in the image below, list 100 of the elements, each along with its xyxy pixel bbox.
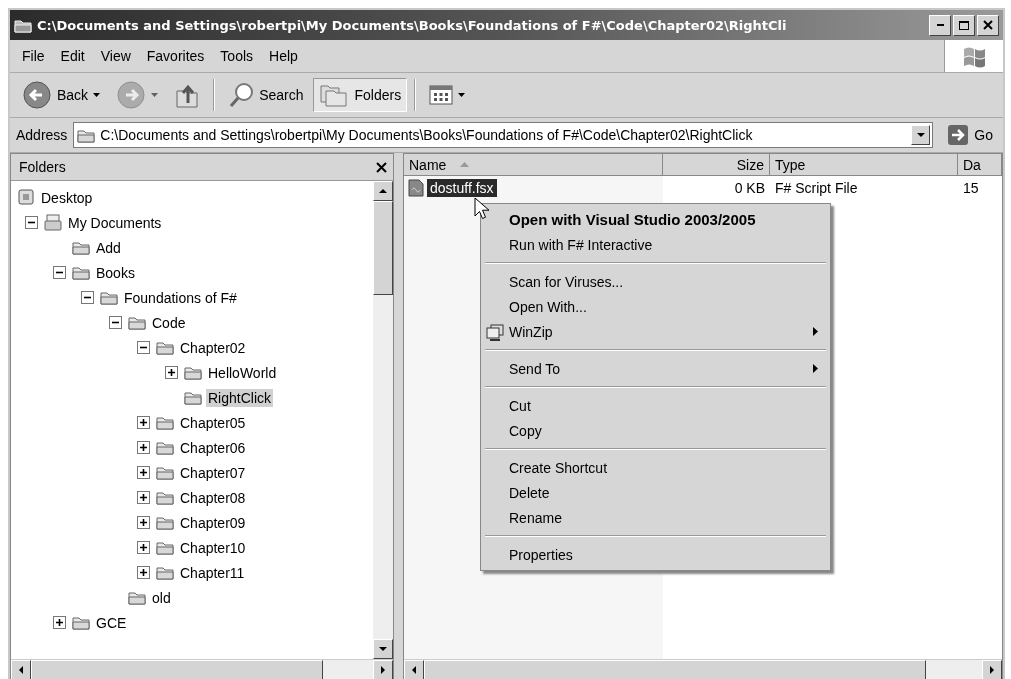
scroll-thumb[interactable] xyxy=(31,660,323,679)
expand-icon[interactable] xyxy=(137,541,150,554)
menu-item[interactable]: Send To xyxy=(481,356,830,381)
collapse-icon[interactable] xyxy=(53,266,66,279)
search-button[interactable]: Search xyxy=(222,77,310,113)
menu-item[interactable]: Open With... xyxy=(481,294,830,319)
folders-button[interactable]: Folders xyxy=(313,78,408,112)
caret-icon xyxy=(916,133,925,137)
caret-icon xyxy=(93,93,101,97)
search-icon xyxy=(228,81,255,109)
documents-icon xyxy=(44,214,62,231)
tree-item[interactable]: Chapter08 xyxy=(178,488,248,507)
right-arrow-icon xyxy=(990,666,994,674)
menu-item[interactable]: Favorites xyxy=(138,45,213,67)
tree-item[interactable]: Code xyxy=(150,313,188,332)
file-name[interactable]: dostuff.fsx xyxy=(427,179,497,197)
tree-item[interactable]: My Documents xyxy=(66,213,164,232)
expand-icon[interactable] xyxy=(165,366,178,379)
menu-item[interactable]: Scan for Viruses... xyxy=(481,269,830,294)
tree-item[interactable]: Chapter06 xyxy=(178,438,248,457)
collapse-icon[interactable] xyxy=(109,316,122,329)
menu-item[interactable]: Copy xyxy=(481,418,830,443)
collapse-icon[interactable] xyxy=(81,291,94,304)
scroll-down-button[interactable] xyxy=(373,639,393,659)
tree-item[interactable]: GCE xyxy=(94,613,129,632)
tree-item[interactable]: Foundations of F# xyxy=(122,288,239,307)
menu-item[interactable]: Help xyxy=(261,45,306,67)
folder-icon xyxy=(14,17,32,33)
menu-item[interactable]: Cut xyxy=(481,393,830,418)
column-header[interactable]: Size xyxy=(663,154,770,176)
expand-icon[interactable] xyxy=(137,566,150,579)
menu-item[interactable]: File xyxy=(14,45,53,67)
minimize-button[interactable] xyxy=(929,14,951,36)
pane-title: Folders xyxy=(19,159,66,175)
caret-icon xyxy=(151,93,159,97)
column-header[interactable]: Da xyxy=(958,154,1002,176)
menu-item[interactable]: Rename xyxy=(481,505,830,530)
tree-item[interactable]: old xyxy=(150,588,173,607)
tree-item[interactable]: Chapter11 xyxy=(178,563,247,582)
dropdown-button[interactable] xyxy=(911,125,931,145)
folder-icon xyxy=(156,415,174,430)
expand-icon[interactable] xyxy=(137,441,150,454)
tree-item[interactable]: RightClick xyxy=(206,388,273,407)
tree-item[interactable]: HelloWorld xyxy=(206,363,279,382)
menu-item[interactable]: Edit xyxy=(52,45,93,67)
folder-icon xyxy=(72,240,90,255)
down-arrow-icon xyxy=(379,647,387,651)
folder-icon xyxy=(184,390,202,405)
scroll-right-button[interactable] xyxy=(982,660,1002,679)
maximize-button[interactable] xyxy=(953,14,975,36)
script-file-icon xyxy=(408,179,424,197)
expand-icon[interactable] xyxy=(137,466,150,479)
tree-item[interactable]: Books xyxy=(94,263,137,282)
menu-item[interactable]: Delete xyxy=(481,480,830,505)
expand-icon[interactable] xyxy=(137,516,150,529)
expand-icon[interactable] xyxy=(137,416,150,429)
tree-item[interactable]: Chapter09 xyxy=(178,513,248,532)
collapse-icon[interactable] xyxy=(25,216,38,229)
scroll-thumb[interactable] xyxy=(424,660,926,679)
menu-item[interactable]: Run with F# Interactive xyxy=(481,232,830,257)
tree-item[interactable]: Desktop xyxy=(39,188,95,207)
scroll-left-button[interactable] xyxy=(404,660,424,679)
column-header[interactable]: Name xyxy=(404,154,663,176)
address-field[interactable]: C:\Documents and Settings\robertpi\My Documents\Books\Foundations of F#\Code\Chapter02\RightClick xyxy=(73,122,934,148)
folder-icon xyxy=(156,465,174,480)
scroll-up-button[interactable] xyxy=(373,181,393,201)
folder-icon xyxy=(128,590,146,605)
tree-item[interactable]: Add xyxy=(94,238,123,257)
desktop-icon xyxy=(17,189,35,206)
menu-item[interactable]: Tools xyxy=(212,45,262,67)
left-arrow-icon xyxy=(19,666,23,674)
tree-item[interactable]: Chapter10 xyxy=(178,538,248,557)
views-grid-icon xyxy=(429,85,454,105)
tree-item[interactable]: Chapter02 xyxy=(178,338,248,357)
close-button[interactable] xyxy=(977,14,999,36)
cursor-icon xyxy=(474,197,490,221)
table-cell-text: 0 KB xyxy=(733,180,766,196)
close-icon xyxy=(983,20,993,30)
scroll-thumb[interactable] xyxy=(373,201,393,295)
menu-item[interactable]: Properties xyxy=(481,542,830,567)
submenu-arrow-icon xyxy=(813,327,818,336)
maximize-icon xyxy=(959,20,969,30)
menu-item[interactable]: Create Shortcut xyxy=(481,455,830,480)
folder-icon xyxy=(156,540,174,555)
expand-icon[interactable] xyxy=(137,491,150,504)
folder-icon xyxy=(77,127,96,143)
tree-item[interactable]: Chapter07 xyxy=(178,463,248,482)
expand-icon[interactable] xyxy=(53,616,66,629)
address-label: Address xyxy=(16,127,68,143)
scroll-right-button[interactable] xyxy=(373,660,393,679)
menu-item[interactable]: WinZip xyxy=(481,319,830,344)
scroll-left-button[interactable] xyxy=(11,660,31,679)
collapse-icon[interactable] xyxy=(137,341,150,354)
tree-item[interactable]: Chapter05 xyxy=(178,413,248,432)
close-icon[interactable] xyxy=(376,161,387,173)
back-button[interactable]: Back xyxy=(16,76,107,114)
table-cell-text: 15 xyxy=(962,180,980,196)
go-button[interactable]: Go xyxy=(939,124,997,146)
column-header[interactable]: Type xyxy=(770,154,958,176)
menu-item[interactable]: View xyxy=(92,45,139,67)
